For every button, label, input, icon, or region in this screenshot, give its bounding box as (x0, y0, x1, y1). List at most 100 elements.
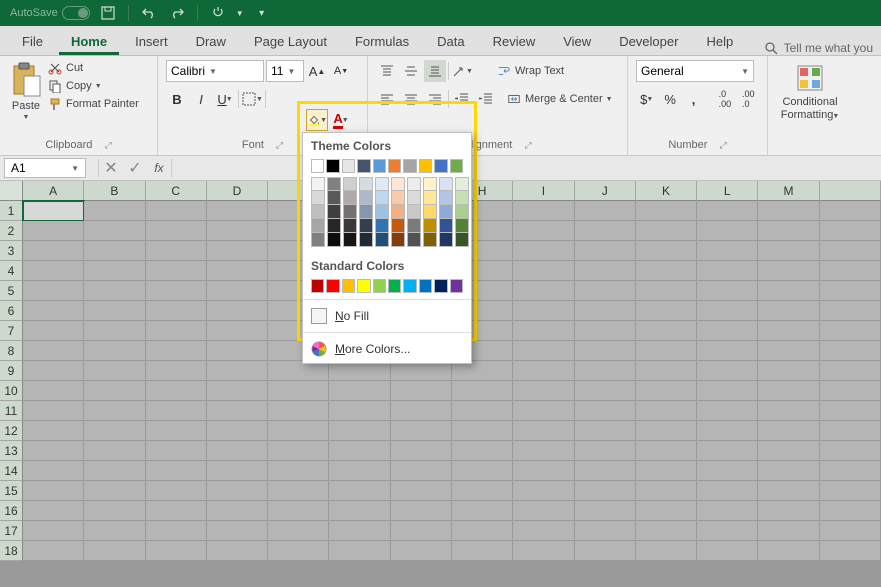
cell[interactable] (513, 421, 574, 441)
cell[interactable] (697, 201, 758, 221)
cell[interactable] (697, 281, 758, 301)
color-swatch[interactable] (423, 177, 437, 191)
cell[interactable] (575, 401, 636, 421)
cell[interactable] (575, 261, 636, 281)
cell[interactable] (23, 241, 84, 261)
color-swatch[interactable] (419, 279, 432, 293)
increase-font-button[interactable]: A▲ (306, 60, 328, 82)
merge-center-button[interactable]: Merge & Center▼ (507, 91, 613, 107)
cell[interactable] (758, 541, 819, 561)
color-swatch[interactable] (455, 233, 469, 247)
cell[interactable] (758, 421, 819, 441)
cell[interactable] (207, 521, 268, 541)
bold-button[interactable]: B (166, 88, 188, 110)
cell[interactable] (207, 261, 268, 281)
align-center-button[interactable] (400, 88, 422, 110)
color-swatch[interactable] (419, 159, 432, 173)
save-icon[interactable] (98, 3, 118, 23)
cell[interactable] (23, 221, 84, 241)
cell[interactable] (207, 341, 268, 361)
orientation-button[interactable]: ▼ (451, 60, 473, 82)
cell[interactable] (329, 521, 390, 541)
autosave-toggle[interactable]: AutoSave (10, 6, 90, 20)
cell[interactable] (697, 361, 758, 381)
cell[interactable] (513, 221, 574, 241)
color-swatch[interactable] (391, 191, 405, 205)
cell[interactable] (23, 521, 84, 541)
tab-developer[interactable]: Developer (607, 28, 690, 55)
cell[interactable] (268, 481, 329, 501)
color-swatch[interactable] (407, 233, 421, 247)
fill-color-button[interactable]: ▼ (306, 109, 328, 131)
italic-button[interactable]: I (190, 88, 212, 110)
cut-button[interactable]: Cut (48, 60, 139, 76)
cell[interactable] (329, 361, 390, 381)
clipboard-launcher[interactable]: ⤢ (104, 140, 111, 151)
cell[interactable] (391, 441, 452, 461)
format-painter-button[interactable]: Format Painter (48, 96, 139, 112)
cell[interactable] (636, 461, 697, 481)
color-swatch[interactable] (342, 279, 355, 293)
align-left-button[interactable] (376, 88, 398, 110)
cell[interactable] (636, 401, 697, 421)
tab-formulas[interactable]: Formulas (343, 28, 421, 55)
cell[interactable] (697, 461, 758, 481)
cell[interactable] (758, 221, 819, 241)
cell[interactable] (391, 501, 452, 521)
cell[interactable] (146, 201, 207, 221)
col-head[interactable] (820, 181, 881, 201)
cell[interactable] (575, 481, 636, 501)
col-head[interactable]: B (84, 181, 145, 201)
cell[interactable] (84, 501, 145, 521)
color-swatch[interactable] (357, 159, 370, 173)
cell[interactable] (146, 301, 207, 321)
cell[interactable] (820, 261, 881, 281)
color-swatch[interactable] (311, 219, 325, 233)
cell[interactable] (636, 221, 697, 241)
cell[interactable] (207, 381, 268, 401)
cell[interactable] (329, 421, 390, 441)
color-swatch[interactable] (391, 219, 405, 233)
cell[interactable] (513, 261, 574, 281)
more-colors-item[interactable]: More Colors... (303, 335, 471, 363)
cell[interactable] (329, 501, 390, 521)
increase-decimal-button[interactable]: .0.00 (714, 88, 735, 110)
align-right-button[interactable] (424, 88, 446, 110)
cell[interactable] (636, 261, 697, 281)
row-head[interactable]: 15 (0, 481, 23, 501)
color-swatch[interactable] (423, 205, 437, 219)
color-swatch[interactable] (359, 177, 373, 191)
cell[interactable] (207, 401, 268, 421)
cell[interactable] (23, 201, 84, 221)
cell[interactable] (758, 401, 819, 421)
color-swatch[interactable] (423, 233, 437, 247)
cell[interactable] (23, 541, 84, 561)
cell[interactable] (513, 541, 574, 561)
color-swatch[interactable] (439, 219, 453, 233)
cell[interactable] (758, 481, 819, 501)
cell[interactable] (697, 401, 758, 421)
cell[interactable] (697, 381, 758, 401)
cell[interactable] (268, 421, 329, 441)
cell[interactable] (513, 241, 574, 261)
cell[interactable] (452, 541, 513, 561)
cell[interactable] (513, 521, 574, 541)
cell[interactable] (636, 541, 697, 561)
cell[interactable] (758, 381, 819, 401)
align-bottom-button[interactable] (424, 60, 446, 82)
cell[interactable] (391, 541, 452, 561)
row-head[interactable]: 1 (0, 201, 23, 221)
cell[interactable] (820, 541, 881, 561)
cell[interactable] (84, 521, 145, 541)
cell[interactable] (23, 441, 84, 461)
cell[interactable] (636, 501, 697, 521)
cell[interactable] (820, 461, 881, 481)
cell[interactable] (207, 321, 268, 341)
row-head[interactable]: 7 (0, 321, 23, 341)
select-all-corner[interactable] (0, 181, 23, 201)
copy-button[interactable]: Copy▼ (48, 78, 139, 94)
cell[interactable] (513, 201, 574, 221)
decrease-font-button[interactable]: A▼ (330, 60, 352, 82)
cell[interactable] (575, 421, 636, 441)
cell[interactable] (452, 381, 513, 401)
